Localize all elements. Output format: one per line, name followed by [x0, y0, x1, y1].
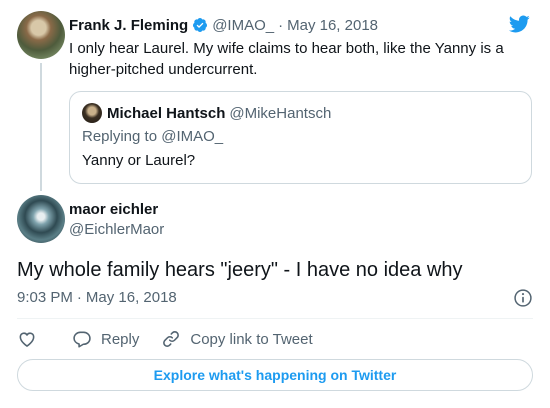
- copy-link-button[interactable]: Copy link to Tweet: [161, 329, 313, 349]
- main-tweet-text: My whole family hears "jeery" - I have n…: [17, 259, 463, 281]
- tweet-time[interactable]: 9:03 PM: [17, 289, 73, 306]
- tweet-embed-card: Frank J. Fleming @IMAO_ · May 16, 2018 I…: [0, 0, 550, 408]
- parent-tweet-text: I only hear Laurel. My wife claims to he…: [69, 40, 504, 78]
- tweet-actions: Reply Copy link to Tweet: [17, 327, 313, 351]
- header-separator: ·: [278, 16, 284, 34]
- quoted-author-handle: @MikeHantsch: [229, 104, 332, 122]
- info-icon[interactable]: [513, 288, 533, 308]
- parent-author-handle[interactable]: @IMAO_: [212, 17, 274, 34]
- actions-divider: [17, 318, 533, 319]
- main-author-avatar[interactable]: [17, 195, 65, 243]
- twitter-bird-icon[interactable]: [507, 13, 531, 35]
- reply-label: Reply: [101, 330, 140, 348]
- heart-icon: [19, 332, 35, 347]
- tweet-timestamp[interactable]: 9:03 PM · May 16, 2018: [17, 289, 177, 306]
- main-author-name[interactable]: maor eichler: [69, 201, 158, 218]
- main-author-handle[interactable]: @EichlerMaor: [69, 221, 164, 238]
- parent-tweet-date[interactable]: May 16, 2018: [287, 17, 378, 34]
- quoted-tweet[interactable]: Michael Hantsch @MikeHantsch Replying to…: [69, 91, 532, 184]
- quoted-author-avatar: [82, 103, 102, 123]
- parent-author-name[interactable]: Frank J. Fleming: [69, 17, 188, 34]
- link-icon: [163, 331, 180, 347]
- reply-button[interactable]: Reply: [72, 329, 139, 349]
- quoted-replying-to: Replying to @IMAO_: [82, 128, 224, 145]
- verified-badge-icon: [193, 18, 208, 32]
- tweet-date[interactable]: May 16, 2018: [86, 289, 177, 306]
- timestamp-separator: ·: [76, 289, 82, 306]
- explore-twitter-button[interactable]: Explore what's happening on Twitter: [17, 359, 533, 391]
- parent-tweet-header: Frank J. Fleming @IMAO_ · May 16, 2018: [69, 14, 378, 36]
- speech-bubble-icon: [73, 331, 91, 348]
- quoted-tweet-header: Michael Hantsch @MikeHantsch: [82, 103, 331, 123]
- like-button[interactable]: [17, 329, 41, 349]
- parent-author-avatar[interactable]: [17, 11, 65, 59]
- quoted-author-name: Michael Hantsch: [107, 104, 226, 122]
- thread-connector-line: [40, 63, 42, 191]
- quoted-tweet-text: Yanny or Laurel?: [82, 152, 196, 169]
- copy-link-label: Copy link to Tweet: [190, 330, 313, 348]
